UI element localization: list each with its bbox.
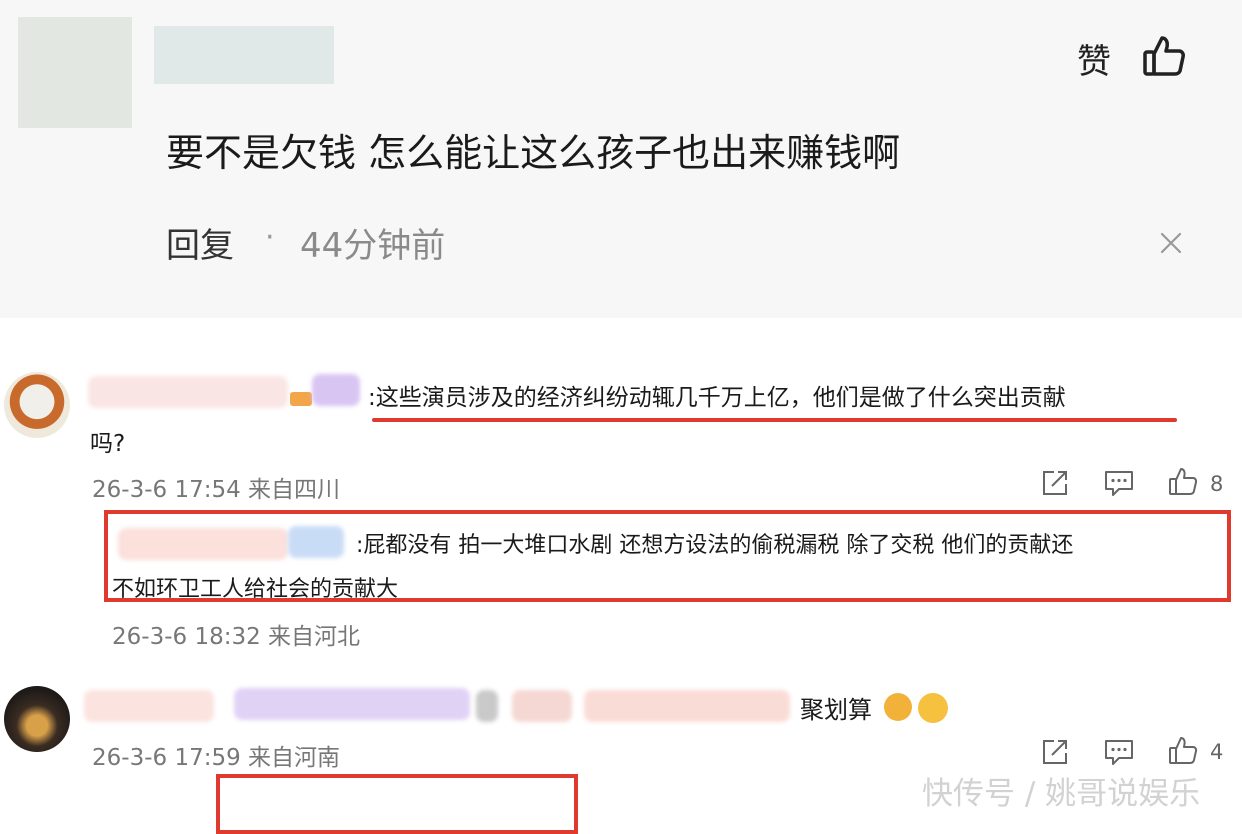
like-icon[interactable] (1168, 466, 1198, 496)
username-placeholder[interactable] (154, 26, 334, 84)
comment-text: 要不是欠钱 怎么能让这么孩子也出来赚钱啊 (166, 131, 901, 175)
share-icon[interactable] (1040, 468, 1070, 498)
share-icon[interactable] (1040, 737, 1070, 767)
watermark: 快传号 / 姚哥说娱乐 (922, 776, 1201, 812)
separator-dot: · (265, 220, 275, 255)
comment-meta: 26-3-6 17:54 来自四川 (92, 477, 341, 503)
avatar[interactable] (4, 372, 70, 438)
reply-text: :屁都没有 拍一大堆口水剧 还想方设法的偷税漏税 除了交税 他们的贡献还 (356, 533, 1074, 558)
comment-text: 聚划算 (800, 696, 872, 724)
like-icon[interactable] (1168, 735, 1198, 765)
username-placeholder[interactable] (476, 690, 498, 722)
cat-emoji-icon (884, 693, 912, 721)
comment-icon[interactable] (1104, 468, 1134, 498)
avatar[interactable] (4, 686, 70, 752)
thumbs-up-icon[interactable] (1142, 34, 1186, 78)
username-placeholder[interactable] (118, 528, 288, 560)
reply-meta: 26-3-6 18:32 来自河北 (112, 624, 361, 650)
username-placeholder[interactable] (584, 690, 790, 722)
comment-text-continuation: 吗? (90, 431, 126, 457)
user-badge (288, 526, 344, 558)
avatar[interactable] (18, 17, 132, 128)
like-count: 4 (1210, 740, 1224, 764)
timestamp: 44分钟前 (300, 226, 446, 266)
like-count: 8 (1210, 472, 1224, 496)
comment-meta: 26-3-6 17:59 来自河南 (92, 745, 341, 771)
highlight-underline (372, 418, 1177, 422)
username-placeholder[interactable] (84, 690, 214, 722)
username-placeholder[interactable] (234, 688, 470, 720)
user-badge (312, 374, 360, 406)
comment-icon[interactable] (1104, 737, 1134, 767)
reply-button[interactable]: 回复 (166, 218, 234, 267)
user-badge (290, 392, 312, 406)
close-icon[interactable] (1158, 230, 1184, 256)
highlight-box (216, 774, 578, 834)
comment-text: :这些演员涉及的经济纠纷动辄几千万上亿，他们是做了什么突出贡献 (368, 385, 1066, 411)
reply-text-continuation: 不如环卫工人给社会的贡献大 (112, 577, 399, 602)
username-placeholder[interactable] (88, 376, 288, 408)
username-placeholder[interactable] (512, 690, 572, 722)
pray-emoji-icon (918, 693, 948, 723)
like-label[interactable]: 赞 (1077, 34, 1111, 83)
